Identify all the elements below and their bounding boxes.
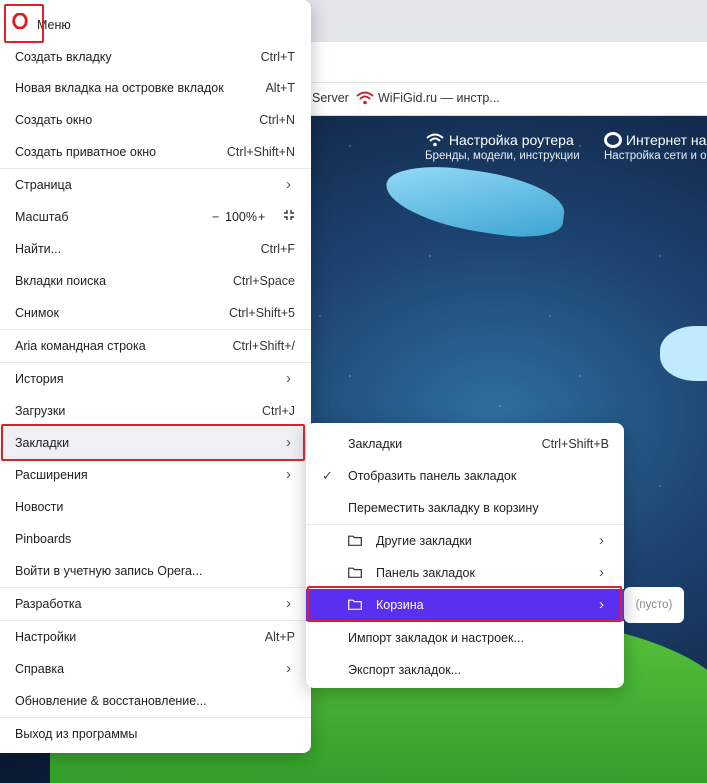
menu-item-shortcut: Ctrl+F	[260, 242, 295, 256]
promo-router[interactable]: Настройка роутера Бренды, модели, инстру…	[425, 132, 580, 162]
menu-item-history[interactable]: История ›	[0, 363, 311, 395]
chevron-right-icon: ›	[599, 564, 604, 581]
menu-item-shortcut: Ctrl+Shift+5	[228, 306, 295, 320]
menu-item-page[interactable]: Страница ›	[0, 169, 311, 201]
menu-item-help[interactable]: Справка ›	[0, 653, 311, 685]
menu-item-label: Настройки	[15, 630, 77, 644]
menu-item-settings[interactable]: Настройки Alt+P	[0, 621, 311, 653]
chevron-right-icon: ›	[286, 370, 291, 387]
menu-item-extensions[interactable]: Расширения ›	[0, 459, 311, 491]
zoom-out-button[interactable]: −	[212, 210, 219, 224]
menu-item-label: Новая вкладка на островке вкладок	[15, 81, 224, 95]
menu-item-label: Обновление & восстановление...	[15, 694, 207, 708]
zoom-in-button[interactable]: +	[258, 210, 265, 224]
highlight-bookmarks-item	[1, 424, 305, 461]
submenu-item-import[interactable]: Импорт закладок и настроек...	[306, 622, 624, 654]
menu-item-zoom: Масштаб − 100% +	[0, 201, 311, 233]
ie-icon	[604, 132, 622, 148]
submenu-item-label: Закладки	[348, 437, 403, 451]
menu-item-find[interactable]: Найти... Ctrl+F	[0, 233, 311, 265]
bookmark-wifigid[interactable]: WiFiGid.ru — инстр...	[378, 91, 500, 105]
menu-item-label: Найти...	[15, 242, 62, 256]
submenu-item-label: Другие закладки	[376, 534, 472, 548]
promo-title: Интернет на	[625, 132, 707, 148]
highlight-menu-logo	[4, 4, 44, 43]
submenu-item-other-bookmarks[interactable]: Другие закладки ›	[306, 525, 624, 557]
chevron-right-icon: ›	[286, 176, 291, 193]
promo-subtitle: Бренды, модели, инструкции	[425, 150, 580, 162]
menu-item-new-private-window[interactable]: Создать приватное окно Ctrl+Shift+N	[0, 136, 311, 168]
menu-item-label: Разработка	[15, 597, 82, 611]
opera-main-menu: Меню Создать вкладку Ctrl+T Новая вкладк…	[0, 0, 311, 753]
chevron-right-icon: ›	[286, 595, 291, 612]
menu-item-shortcut: Ctrl+Shift+/	[232, 339, 295, 353]
folder-icon	[348, 535, 362, 546]
menu-item-snapshot[interactable]: Снимок Ctrl+Shift+5	[0, 297, 311, 329]
menu-header[interactable]: Меню	[0, 0, 311, 40]
menu-item-update-recovery[interactable]: Обновление & восстановление...	[0, 685, 311, 717]
menu-item-developer[interactable]: Разработка ›	[0, 588, 311, 620]
checkmark-icon: ✓	[322, 468, 333, 483]
submenu-item-label: Переместить закладку в корзину	[348, 501, 539, 515]
highlight-trash-item	[307, 586, 622, 622]
wifi-icon	[356, 91, 374, 105]
menu-item-pinboards[interactable]: Pinboards	[0, 523, 311, 555]
menu-item-label: Войти в учетную запись Opera...	[15, 564, 203, 578]
chevron-right-icon: ›	[286, 466, 291, 483]
menu-item-label: Pinboards	[15, 532, 72, 546]
submenu-item-export[interactable]: Экспорт закладок...	[306, 654, 624, 686]
menu-item-exit[interactable]: Выход из программы	[0, 718, 311, 750]
menu-item-shortcut: Alt+T	[265, 81, 295, 95]
menu-item-shortcut: Ctrl+Space	[232, 274, 295, 288]
menu-item-shortcut: Ctrl+J	[262, 404, 295, 418]
submenu-item-move-to-trash[interactable]: Переместить закладку в корзину	[306, 492, 624, 524]
fullscreen-icon[interactable]	[283, 209, 295, 224]
menu-item-label: Справка	[15, 662, 65, 676]
menu-item-label: Вкладки поиска	[15, 274, 107, 288]
promo-internet[interactable]: Интернет на Настройка сети и о	[604, 132, 706, 162]
submenu-item-label: Импорт закладок и настроек...	[348, 631, 524, 645]
menu-item-label: Выход из программы	[15, 727, 138, 741]
chevron-right-icon: ›	[599, 532, 604, 549]
submenu-item-label: Панель закладок	[376, 566, 475, 580]
menu-item-news[interactable]: Новости	[0, 491, 311, 523]
submenu-item-show-bookmarks-bar[interactable]: ✓ Отобразить панель закладок	[306, 460, 624, 492]
chevron-right-icon: ›	[286, 660, 291, 677]
menu-item-label: Масштаб	[15, 210, 69, 224]
menu-item-search-tabs[interactable]: Вкладки поиска Ctrl+Space	[0, 265, 311, 297]
wifi-icon	[426, 133, 444, 147]
menu-item-label: Загрузки	[15, 404, 66, 418]
bookmark-server[interactable]: Server	[312, 91, 349, 105]
menu-item-new-tab[interactable]: Создать вкладку Ctrl+T	[0, 41, 311, 73]
menu-item-label: История	[15, 372, 64, 386]
menu-item-label: Создать окно	[15, 113, 93, 127]
menu-item-shortcut: Ctrl+N	[259, 113, 295, 127]
promo-subtitle: Настройка сети и о	[604, 150, 707, 162]
menu-item-shortcut: Ctrl+Shift+N	[226, 145, 295, 159]
promo-title: Настройка роутера	[448, 132, 574, 148]
submenu-item-label: Экспорт закладок...	[348, 663, 462, 677]
menu-item-new-window[interactable]: Создать окно Ctrl+N	[0, 104, 311, 136]
menu-item-label: Aria командная строка	[15, 339, 146, 353]
submenu-item-label: Отобразить панель закладок	[348, 469, 517, 483]
submenu-item-bookmarks[interactable]: Закладки Ctrl+Shift+B	[306, 428, 624, 460]
menu-item-aria-command-line[interactable]: Aria командная строка Ctrl+Shift+/	[0, 330, 311, 362]
menu-item-label: Создать вкладку	[15, 50, 112, 64]
menu-item-shortcut: Alt+P	[264, 630, 295, 644]
empty-folder-tooltip: (пусто)	[624, 587, 684, 623]
menu-item-sign-in[interactable]: Войти в учетную запись Opera...	[0, 555, 311, 587]
menu-item-label: Расширения	[15, 468, 88, 482]
menu-item-label: Создать приватное окно	[15, 145, 157, 159]
menu-item-label: Снимок	[15, 306, 59, 320]
menu-item-shortcut: Ctrl+T	[260, 50, 295, 64]
folder-icon	[348, 567, 362, 578]
menu-item-new-tab-island[interactable]: Новая вкладка на островке вкладок Alt+T	[0, 72, 311, 104]
menu-item-downloads[interactable]: Загрузки Ctrl+J	[0, 395, 311, 427]
submenu-item-shortcut: Ctrl+Shift+B	[541, 437, 609, 451]
menu-item-label: Страница	[15, 178, 72, 192]
zoom-level: 100%	[225, 210, 257, 224]
menu-item-label: Новости	[15, 500, 64, 514]
submenu-item-bookmarks-bar-folder[interactable]: Панель закладок ›	[306, 557, 624, 589]
bookmarks-submenu: Закладки Ctrl+Shift+B ✓ Отобразить панел…	[306, 423, 624, 688]
